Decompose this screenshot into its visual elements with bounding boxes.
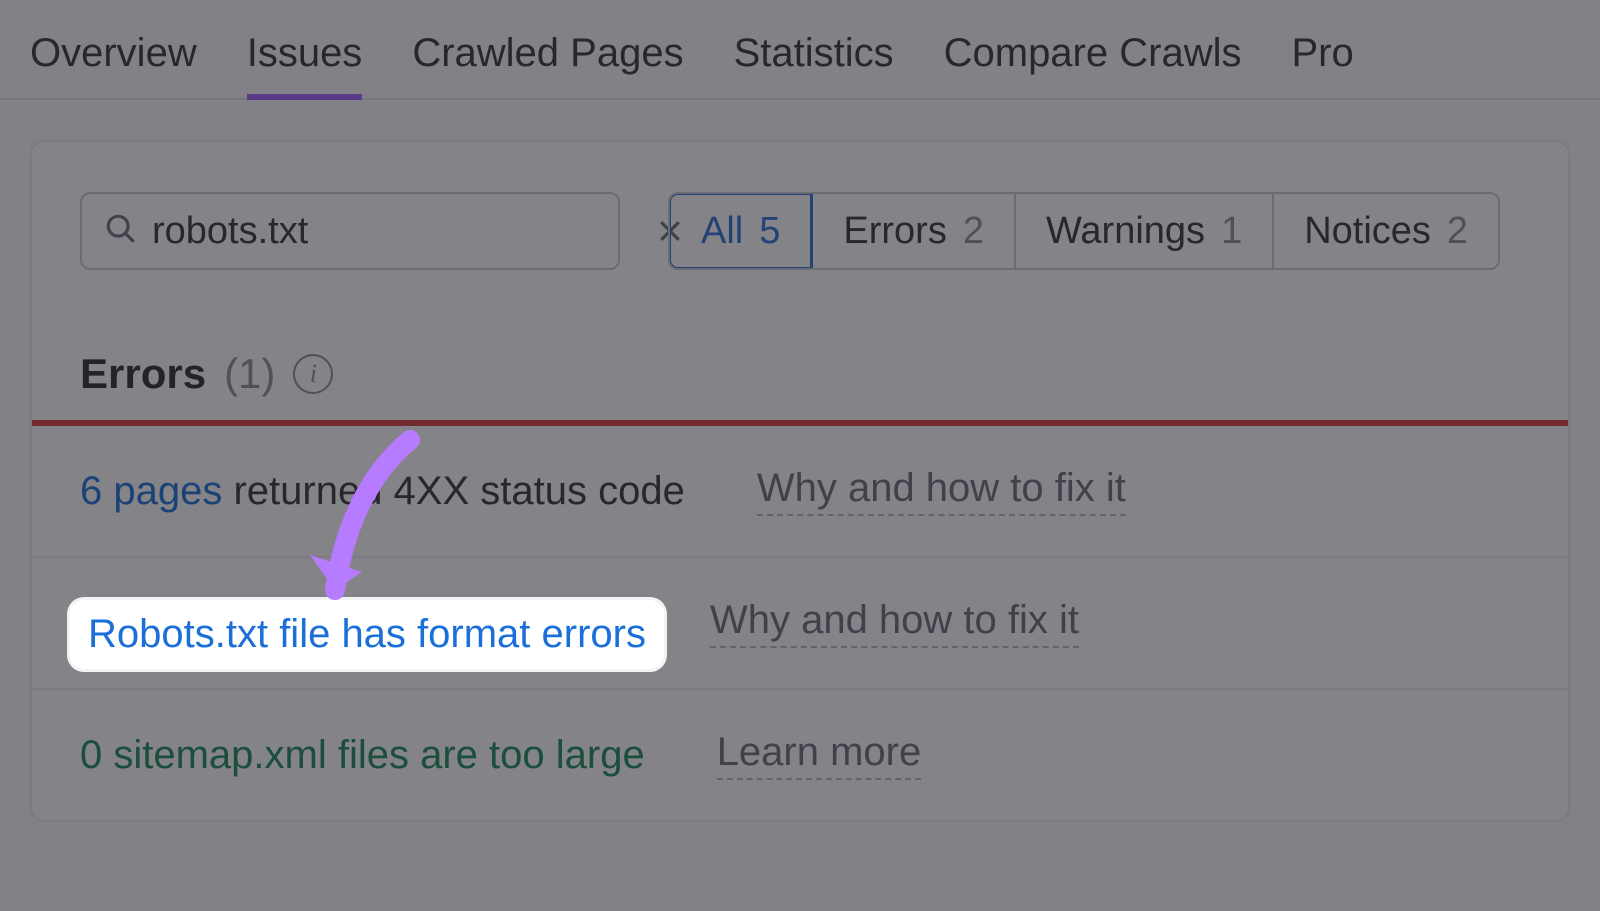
- filter-errors[interactable]: Errors 2: [813, 194, 1016, 268]
- search-input[interactable]: [138, 210, 655, 253]
- help-link[interactable]: Why and how to fix it: [710, 598, 1079, 648]
- filter-label: Errors: [843, 210, 946, 253]
- filter-warnings[interactable]: Warnings 1: [1016, 194, 1274, 268]
- filter-count: 2: [963, 210, 984, 253]
- issue-row: 0 sitemap.xml files are too large Learn …: [32, 690, 1568, 820]
- tab-issues[interactable]: Issues: [247, 31, 363, 98]
- section-count: (1): [224, 350, 275, 398]
- section-header: Errors (1) i: [32, 310, 1568, 420]
- issue-link[interactable]: 0 sitemap.xml files are too large: [80, 733, 645, 778]
- issue-title[interactable]: 6 pages returned 4XX status code: [80, 469, 685, 514]
- tab-compare-crawls[interactable]: Compare Crawls: [944, 31, 1242, 98]
- filter-all[interactable]: All 5: [668, 192, 813, 270]
- search-box[interactable]: [80, 192, 620, 270]
- section-title: Errors: [80, 350, 206, 398]
- issues-panel: All 5 Errors 2 Warnings 1 Notices 2 Erro…: [30, 140, 1570, 822]
- tab-overview[interactable]: Overview: [30, 31, 197, 98]
- tab-statistics[interactable]: Statistics: [734, 31, 894, 98]
- toolbar: All 5 Errors 2 Warnings 1 Notices 2: [32, 142, 1568, 310]
- filter-label: Notices: [1304, 210, 1431, 253]
- filter-label: Warnings: [1046, 210, 1205, 253]
- filter-label: All: [701, 210, 743, 253]
- issue-text: returned 4XX status code: [222, 469, 685, 513]
- filter-bar: All 5 Errors 2 Warnings 1 Notices 2: [668, 192, 1500, 270]
- filter-count: 2: [1447, 210, 1468, 253]
- issue-link[interactable]: 6 pages: [80, 469, 222, 513]
- issue-row: 6 pages returned 4XX status code Why and…: [32, 426, 1568, 558]
- search-icon: [104, 212, 138, 251]
- help-link[interactable]: Learn more: [717, 730, 922, 780]
- filter-count: 5: [759, 210, 780, 253]
- tab-crawled-pages[interactable]: Crawled Pages: [412, 31, 683, 98]
- highlight-callout[interactable]: Robots.txt file has format errors: [70, 600, 664, 669]
- filter-count: 1: [1221, 210, 1242, 253]
- info-icon[interactable]: i: [293, 354, 333, 394]
- filter-notices[interactable]: Notices 2: [1274, 194, 1498, 268]
- tab-progress[interactable]: Pro: [1291, 31, 1353, 98]
- tabs: Overview Issues Crawled Pages Statistics…: [0, 0, 1600, 100]
- help-link[interactable]: Why and how to fix it: [757, 466, 1126, 516]
